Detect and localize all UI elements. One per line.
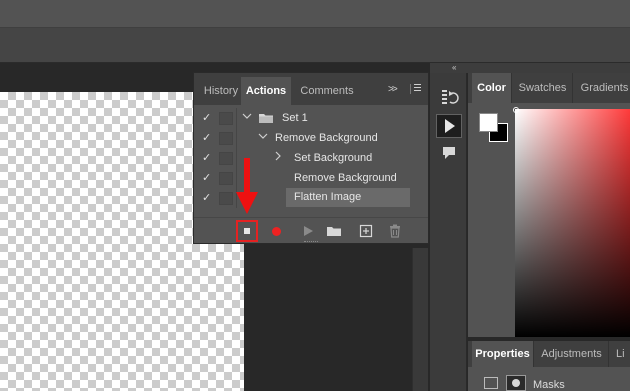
new-set-button[interactable] — [326, 223, 342, 239]
hamburger-menu-icon[interactable] — [410, 84, 421, 94]
red-arrow-annotation — [236, 158, 258, 214]
action-step-row[interactable]: ✓ Set Background — [194, 148, 428, 168]
action-set-row[interactable]: ✓ Set 1 — [194, 108, 428, 128]
properties-panel: Properties Adjustments Li Masks — [468, 341, 630, 391]
check-icon[interactable]: ✓ — [202, 191, 211, 204]
tab-libraries[interactable]: Li — [610, 341, 630, 367]
color-panel-tabbar: Color Swatches Gradients — [468, 73, 630, 103]
options-bar — [0, 28, 630, 63]
dialog-toggle[interactable] — [219, 152, 233, 165]
chevron-right-icon[interactable] — [274, 150, 282, 165]
check-icon[interactable]: ✓ — [202, 171, 211, 184]
stop-icon — [244, 228, 250, 234]
new-action-button[interactable] — [358, 223, 374, 239]
trash-icon — [390, 224, 400, 238]
play-button[interactable] — [300, 223, 316, 239]
actions-panel-tabbar: History Actions Comments >> — [194, 73, 428, 105]
color-picker-cursor[interactable] — [513, 107, 519, 113]
tab-comments[interactable]: Comments — [291, 77, 363, 105]
actions-toolbar — [194, 217, 428, 243]
delete-button[interactable] — [387, 223, 403, 239]
vertical-scrollbar[interactable] — [412, 248, 428, 391]
action-step-label: Set Background — [294, 152, 373, 164]
tab-adjustments[interactable]: Adjustments — [535, 341, 609, 367]
properties-panel-tabbar: Properties Adjustments Li — [468, 341, 630, 367]
panel-collapse-bar[interactable] — [430, 63, 630, 73]
play-icon — [304, 226, 313, 236]
tab-history[interactable]: History — [201, 77, 241, 105]
color-panel: Color Swatches Gradients — [468, 73, 630, 337]
foreground-color-swatch[interactable] — [479, 113, 498, 132]
stop-playing-button[interactable] — [236, 220, 258, 242]
row-divider — [236, 108, 237, 128]
masks-label: Masks — [533, 379, 565, 391]
menu-bar — [0, 0, 630, 28]
double-chevron-right-icon[interactable]: >> — [388, 84, 398, 95]
tab-properties[interactable]: Properties — [472, 341, 534, 367]
action-step-row[interactable]: ✓ Remove Background — [194, 168, 428, 188]
action-step-row-selected[interactable]: ✓ Flatten Image — [194, 188, 428, 208]
chevron-down-icon[interactable] — [242, 110, 252, 125]
dialog-toggle[interactable] — [219, 192, 233, 205]
action-row[interactable]: ✓ Remove Background — [194, 128, 428, 148]
tab-gradients[interactable]: Gradients — [574, 73, 630, 103]
record-icon — [272, 227, 281, 236]
tab-swatches[interactable]: Swatches — [513, 73, 573, 103]
check-icon[interactable]: ✓ — [202, 131, 211, 144]
panel-resize-grip[interactable] — [304, 241, 318, 243]
comments-tool-icon[interactable] — [442, 146, 456, 163]
tab-color[interactable]: Color — [472, 73, 512, 103]
collapse-panels-icon[interactable]: « — [452, 63, 457, 72]
mask-icon[interactable] — [506, 375, 526, 391]
new-set-folder-icon — [327, 227, 341, 236]
record-button[interactable] — [268, 223, 284, 239]
history-tool-icon[interactable] — [441, 88, 459, 109]
dialog-toggle[interactable] — [219, 132, 233, 145]
tab-actions[interactable]: Actions — [241, 77, 291, 105]
pixel-layer-icon — [484, 377, 498, 389]
actions-tool-icon[interactable] — [436, 114, 462, 138]
chevron-down-icon[interactable] — [258, 130, 268, 145]
dialog-toggle[interactable] — [219, 172, 233, 185]
action-step-label: Remove Background — [294, 172, 397, 184]
action-step-label: Flatten Image — [286, 188, 410, 207]
new-action-icon — [359, 224, 373, 238]
dialog-toggle[interactable] — [219, 112, 233, 125]
action-label: Remove Background — [275, 132, 378, 144]
check-icon[interactable]: ✓ — [202, 151, 211, 164]
folder-icon — [258, 112, 274, 127]
row-divider — [236, 128, 237, 148]
check-icon[interactable]: ✓ — [202, 111, 211, 124]
action-set-label: Set 1 — [282, 112, 308, 124]
actions-panel: History Actions Comments >> ✓ Set 1 ✓ Re… — [193, 72, 429, 244]
color-picker-field[interactable] — [515, 109, 630, 337]
